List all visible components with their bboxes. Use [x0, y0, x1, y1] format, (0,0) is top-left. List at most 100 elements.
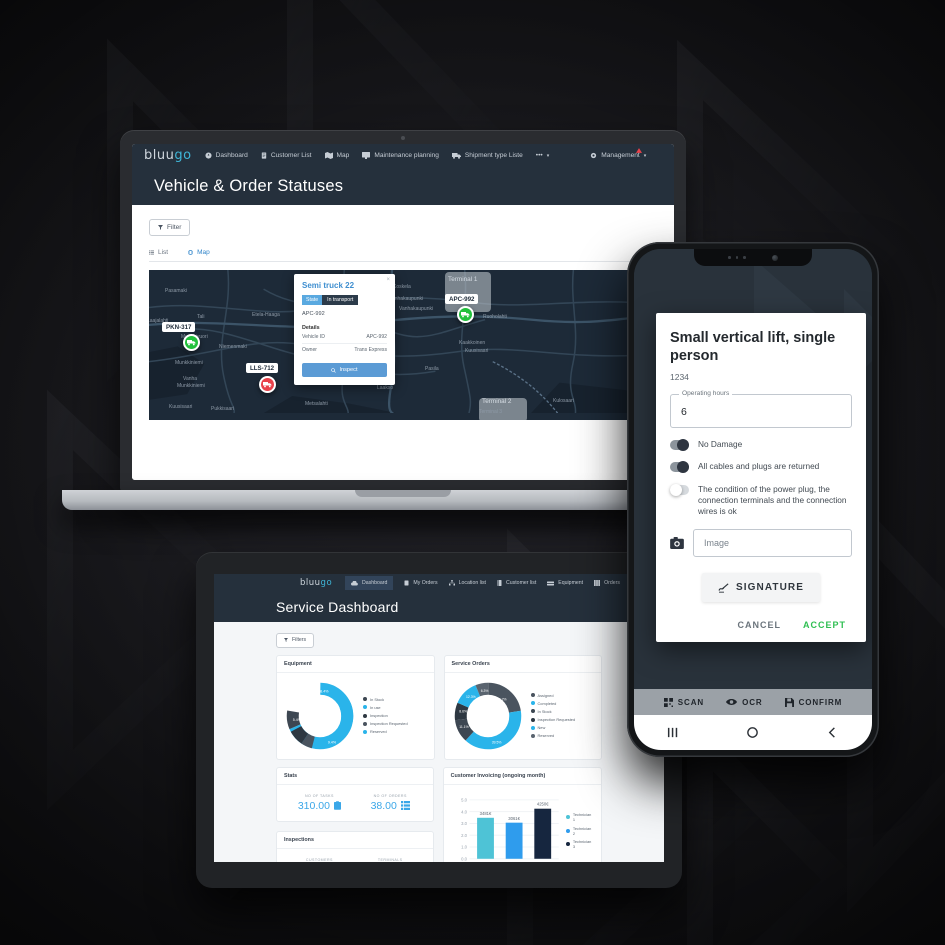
notch-dots-icon	[728, 256, 746, 259]
vehicle-marker-PKN-317[interactable]	[183, 334, 200, 351]
legend-label: In Stock	[537, 708, 552, 714]
map-place-label: Laakso	[377, 385, 394, 391]
scan-button[interactable]: SCAN	[663, 697, 704, 707]
legend-swatch	[363, 721, 367, 726]
nav-item-orders[interactable]: Orders	[594, 580, 620, 586]
filters-button[interactable]: Filters	[276, 632, 315, 648]
nav-item-customer-list[interactable]: Customer list	[497, 580, 536, 586]
camera-icon[interactable]	[670, 537, 684, 550]
map-place-label: Etela-Haaga	[252, 312, 280, 318]
tablet-page-header: Service Dashboard	[214, 592, 664, 622]
tab-map[interactable]: Map	[188, 249, 210, 256]
stats-body: NO OF TASKS 310.00 NO OF ORDERS 38.00	[277, 785, 433, 821]
toggle-row-no-damage[interactable]: No Damage	[670, 439, 852, 452]
map-place-label: Pukkisaari	[211, 406, 235, 412]
close-icon[interactable]: ×	[386, 277, 390, 283]
list-icon	[261, 152, 267, 159]
legend-item[interactable]: Technician 1	[566, 812, 594, 822]
laptop-navbar: bluugo Dashboard Customer List Map Maint…	[132, 144, 674, 167]
nav-item-maintenance-planning[interactable]: Maintenance planning	[362, 152, 439, 159]
legend-swatch	[530, 693, 535, 698]
home-icon[interactable]	[746, 726, 759, 739]
laptop-content: Filter List Map Terminal 1 Terminal 2 Te…	[132, 205, 674, 480]
card-equipment: Equipment 68.4% 9.1% 7.7% 5.4% 9.4% In S…	[276, 654, 435, 760]
legend-item[interactable]: In Stock	[530, 708, 576, 714]
map-place-label: Kuusisaari	[169, 404, 193, 410]
legend-item[interactable]: Technician 2	[566, 826, 594, 836]
nav-label: Location list	[458, 580, 487, 586]
map-view[interactable]: Terminal 1 Terminal 2 Terminal 3 Pasamak…	[149, 270, 657, 420]
cloud-icon	[351, 580, 358, 585]
equipment-donut-chart[interactable]: 68.4% 9.1% 7.7% 5.4% 9.4%	[284, 680, 356, 752]
nav-item-shipment-type-liste[interactable]: Shipment type Liste	[451, 152, 523, 159]
map-terminal-label-2: Terminal 2	[482, 398, 512, 405]
recent-apps-icon[interactable]	[667, 726, 680, 739]
tab-label: List	[158, 249, 169, 256]
signature-button[interactable]: SIGNATURE	[701, 573, 821, 603]
operating-hours-field[interactable]: Operating hours 6	[670, 390, 852, 429]
toggle-switch[interactable]	[670, 483, 689, 496]
filter-button[interactable]: Filter	[149, 219, 191, 236]
nav-item-map[interactable]: Map	[324, 152, 349, 159]
inspect-button[interactable]: Inspect	[302, 363, 387, 377]
image-upload-row: Image	[670, 529, 852, 558]
toggle-row-cables-returned[interactable]: All cables and plugs are returned	[670, 461, 852, 474]
accept-button[interactable]: ACCEPT	[803, 620, 846, 630]
legend-item[interactable]: In use	[363, 705, 408, 710]
nav-label: Shipment type Liste	[464, 152, 523, 159]
toggle-switch[interactable]	[670, 439, 689, 452]
legend-item[interactable]: Completed	[530, 701, 576, 706]
vehicle-marker-APC-992[interactable]	[457, 306, 474, 323]
service-orders-chart-body: 22.2% 39.5% 11.1% 8.6% 12.3% 6.3% Assign…	[445, 673, 602, 759]
confirm-button[interactable]: CONFIRM	[784, 697, 843, 707]
invoicing-bar-chart[interactable]: 0.0 1.0 2.0 3.0 4.0 5.0 3481€ 3061€ 4250…	[451, 792, 560, 863]
toggle-switch[interactable]	[670, 461, 689, 474]
ocr-button[interactable]: OCR	[726, 698, 762, 707]
field-value: 6	[681, 406, 687, 419]
card-customer-invoicing: Customer Invoicing (ongoing month) 0.0 1…	[442, 766, 602, 863]
back-icon[interactable]	[826, 726, 839, 739]
legend-item[interactable]: Technician 3	[566, 839, 594, 849]
ocr-label: OCR	[742, 697, 763, 707]
image-input[interactable]: Image	[693, 529, 852, 558]
toggle-label: All cables and plugs are returned	[698, 461, 820, 472]
nav-item-equipment[interactable]: Equipment	[547, 580, 583, 586]
dashboard-grid-bottom: Stats NO OF TASKS 310.00 NO OF ORDERS 38…	[276, 766, 602, 863]
svg-text:9.1%: 9.1%	[302, 695, 311, 699]
cancel-button[interactable]: CANCEL	[737, 620, 781, 630]
nav-item-management[interactable]: Management ▾	[590, 148, 646, 159]
legend-item[interactable]: New	[530, 725, 576, 730]
map-place-label: Kulosaari	[553, 398, 574, 404]
stat-label: CUSTOMERS	[305, 857, 333, 862]
laptop-device: bluugo Dashboard Customer List Map Maint…	[62, 130, 744, 530]
svg-text:2.0: 2.0	[461, 832, 467, 837]
legend-item[interactable]: In Stock	[363, 697, 408, 702]
legend-item[interactable]: Inspection	[363, 713, 408, 718]
toggle-row-power-plug-condition[interactable]: The condition of the power plug, the con…	[670, 483, 852, 518]
service-orders-donut-chart[interactable]: 22.2% 39.5% 11.1% 8.6% 12.3% 6.3%	[452, 680, 524, 752]
legend-item[interactable]: Reserved	[530, 733, 576, 738]
nav-item-dashboard[interactable]: Dashboard	[205, 152, 248, 159]
nav-item-my-orders[interactable]: My Orders	[404, 580, 438, 586]
legend-item[interactable]: Inspection Requested	[363, 721, 408, 726]
laptop-page-header: Vehicle & Order Statuses	[132, 167, 674, 205]
equipment-return-dialog: Small vertical lift, single person 1234 …	[656, 313, 866, 643]
nav-item-location-list[interactable]: Location list	[448, 580, 487, 586]
brand-logo[interactable]: bluugo	[300, 578, 332, 588]
qr-icon	[663, 697, 673, 707]
legend-item[interactable]: Assigned	[530, 693, 576, 698]
map-place-label: Ruoholahti	[483, 314, 507, 320]
nav-item-dashboard[interactable]: Dashboard	[345, 576, 394, 590]
popup-state-bar: State In transport	[302, 295, 387, 305]
nav-item-customer-list[interactable]: Customer List	[261, 152, 312, 159]
nav-item-more[interactable]: ••• ▾	[536, 152, 549, 159]
vehicle-marker-LLS-712[interactable]	[259, 376, 276, 393]
svg-text:3481€: 3481€	[479, 811, 491, 816]
legend-item[interactable]: Reserved	[363, 729, 408, 734]
legend-item[interactable]: Inspection Requested	[530, 717, 575, 722]
clipboard-icon	[333, 801, 341, 810]
svg-text:4.0: 4.0	[461, 809, 467, 814]
map-vehicle-popup: × Semi truck 22 State In transport APC-9…	[294, 274, 395, 385]
brand-logo[interactable]: bluugo	[144, 148, 192, 163]
tab-list[interactable]: List	[149, 249, 168, 256]
